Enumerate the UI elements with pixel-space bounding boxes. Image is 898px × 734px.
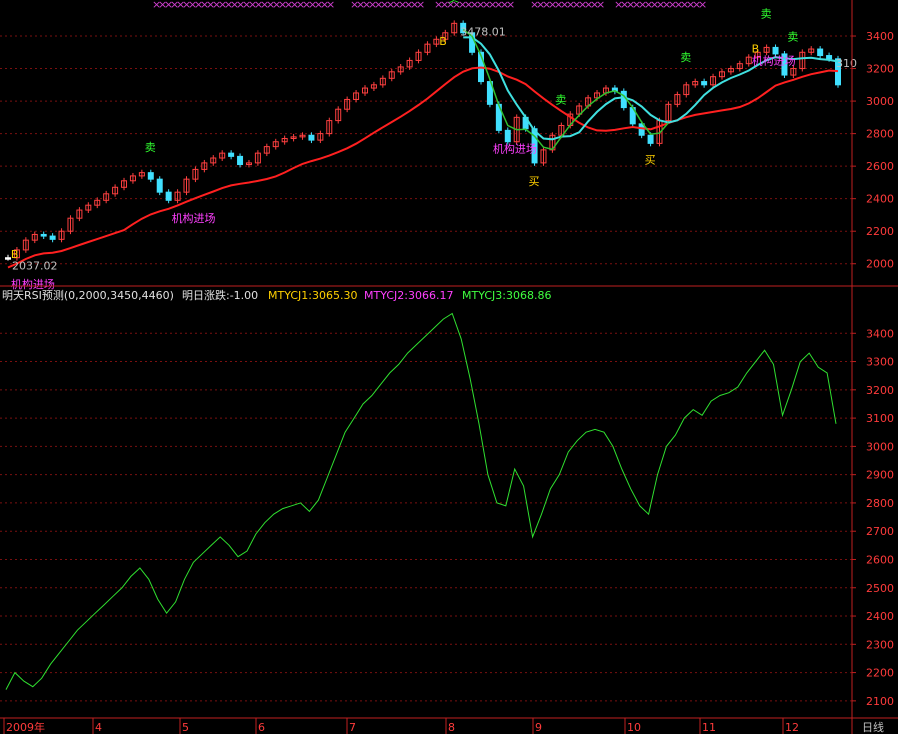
institution-entry-label: 机构进场 bbox=[752, 53, 796, 67]
candle-body bbox=[165, 191, 172, 201]
y-tick-label-lower: 2900 bbox=[866, 469, 894, 482]
y-tick-label-upper: 3400 bbox=[866, 30, 894, 43]
buy-signal: B bbox=[439, 35, 447, 48]
buy-signal: B bbox=[752, 42, 760, 55]
y-tick-label-lower: 3200 bbox=[866, 384, 894, 397]
mtycj3-value: MTYCJ3:3068.86 bbox=[462, 289, 551, 302]
upper-panel: 卖卖卖卖卖卖机构进场机构进场机构进场机构进场BBB买买3478.012037.0… bbox=[5, 0, 857, 291]
candle-body bbox=[147, 172, 154, 180]
candle-body bbox=[156, 178, 163, 193]
x-axis: 2009年 4 5 6 7 8 9 10 11 12 日线 bbox=[3, 718, 884, 734]
candle-body bbox=[40, 233, 47, 237]
y-tick-label-upper: 2200 bbox=[866, 225, 894, 238]
candle-body bbox=[5, 257, 11, 260]
tomorrow-change: 明日涨跌:-1.00 bbox=[182, 288, 258, 302]
indicator-panel bbox=[5, 312, 837, 690]
mtycj2-value: MTYCJ2:3066.17 bbox=[364, 289, 453, 302]
sell-signal: 卖 bbox=[555, 93, 566, 106]
y-tick-label-lower: 2100 bbox=[866, 695, 894, 708]
y-tick-label-lower: 2200 bbox=[866, 667, 894, 680]
y-tick-label-upper: 2600 bbox=[866, 160, 894, 173]
low-price-label: 2037.02 bbox=[12, 260, 58, 273]
x-tick-label: 5 bbox=[182, 721, 189, 734]
candle-body bbox=[49, 235, 56, 240]
x-tick-label: 12 bbox=[785, 721, 799, 734]
y-tick-label-lower: 3300 bbox=[866, 356, 894, 369]
gridlines bbox=[0, 35, 852, 702]
institution-entry-label: 机构进场 bbox=[172, 211, 216, 225]
candle-body bbox=[826, 55, 833, 60]
x-tick-label: 9 bbox=[535, 721, 542, 734]
y-tick-label-lower: 2700 bbox=[866, 525, 894, 538]
high-price-label: 3478.01 bbox=[460, 25, 506, 38]
y-tick-label-upper: 2000 bbox=[866, 258, 894, 271]
sell-signal: 卖 bbox=[680, 51, 691, 64]
mtycj1-value: MTYCJ1:3065.30 bbox=[268, 289, 357, 302]
y-tick-label-lower: 2800 bbox=[866, 497, 894, 510]
buy2-signal: 买 bbox=[529, 175, 540, 188]
x-tick-label: 11 bbox=[702, 721, 716, 734]
y-tick-label-lower: 3400 bbox=[866, 327, 894, 340]
x-tick-label: 4 bbox=[95, 721, 102, 734]
candle-body bbox=[308, 134, 315, 141]
y-tick-label-lower: 2500 bbox=[866, 582, 894, 595]
candle-body bbox=[701, 81, 708, 86]
axes: 2000 2200 2400 2600 2800 3000 3200 3400 2100 2200… bbox=[0, 0, 898, 734]
ma-short2-line bbox=[462, 28, 669, 151]
buy2-signal: 买 bbox=[645, 153, 656, 166]
y-tick-label-upper: 3200 bbox=[866, 63, 894, 76]
y-tick-label-lower: 3100 bbox=[866, 412, 894, 425]
candle-body bbox=[817, 48, 824, 57]
y-tick-label-upper: 2400 bbox=[866, 193, 894, 206]
x-tick-label: 6 bbox=[258, 721, 265, 734]
top-mark: × bbox=[326, 0, 335, 11]
sell-signal: 卖 bbox=[145, 141, 156, 154]
candle-body bbox=[620, 90, 627, 109]
candle-body bbox=[504, 129, 511, 143]
rsi-forecast-line bbox=[5, 312, 837, 690]
x-tick-label: 7 bbox=[349, 721, 356, 734]
sell-signal: 卖 bbox=[787, 31, 798, 44]
y-tick-label-lower: 2400 bbox=[866, 610, 894, 623]
y-tick-label-lower: 2300 bbox=[866, 638, 894, 651]
sell-signal: 卖 bbox=[761, 7, 772, 20]
candle-body bbox=[647, 134, 654, 144]
stock-chart: 卖卖卖卖卖卖机构进场机构进场机构进场机构进场BBB买买3478.012037.0… bbox=[0, 0, 898, 734]
indicator-name: 明天RSI预测(0,2000,3450,4460) bbox=[2, 289, 174, 302]
candle-body bbox=[228, 152, 235, 157]
last-price-label: 310 bbox=[836, 57, 857, 70]
top-mark: × bbox=[506, 0, 515, 11]
y-tick-label-upper: 3000 bbox=[866, 95, 894, 108]
period-label: 日线 bbox=[862, 720, 884, 734]
top-mark: × bbox=[596, 0, 605, 11]
candle-body bbox=[237, 155, 244, 166]
candle-body bbox=[772, 46, 779, 55]
top-mark: × bbox=[698, 0, 707, 11]
x-tick-label: 2009年 bbox=[6, 720, 45, 734]
x-tick-label: 8 bbox=[448, 721, 455, 734]
x-tick-label: 10 bbox=[627, 721, 641, 734]
y-tick-label-lower: 3000 bbox=[866, 440, 894, 453]
top-mark: × bbox=[416, 0, 425, 11]
institution-entry-label: 机构进场 bbox=[493, 141, 537, 155]
ma-long-line bbox=[7, 66, 839, 269]
y-tick-label-lower: 2600 bbox=[866, 553, 894, 566]
y-tick-label-upper: 2800 bbox=[866, 128, 894, 141]
indicator-header: 明天RSI预测(0,2000,3450,4460) 明日涨跌:-1.00 MTY… bbox=[2, 288, 551, 302]
